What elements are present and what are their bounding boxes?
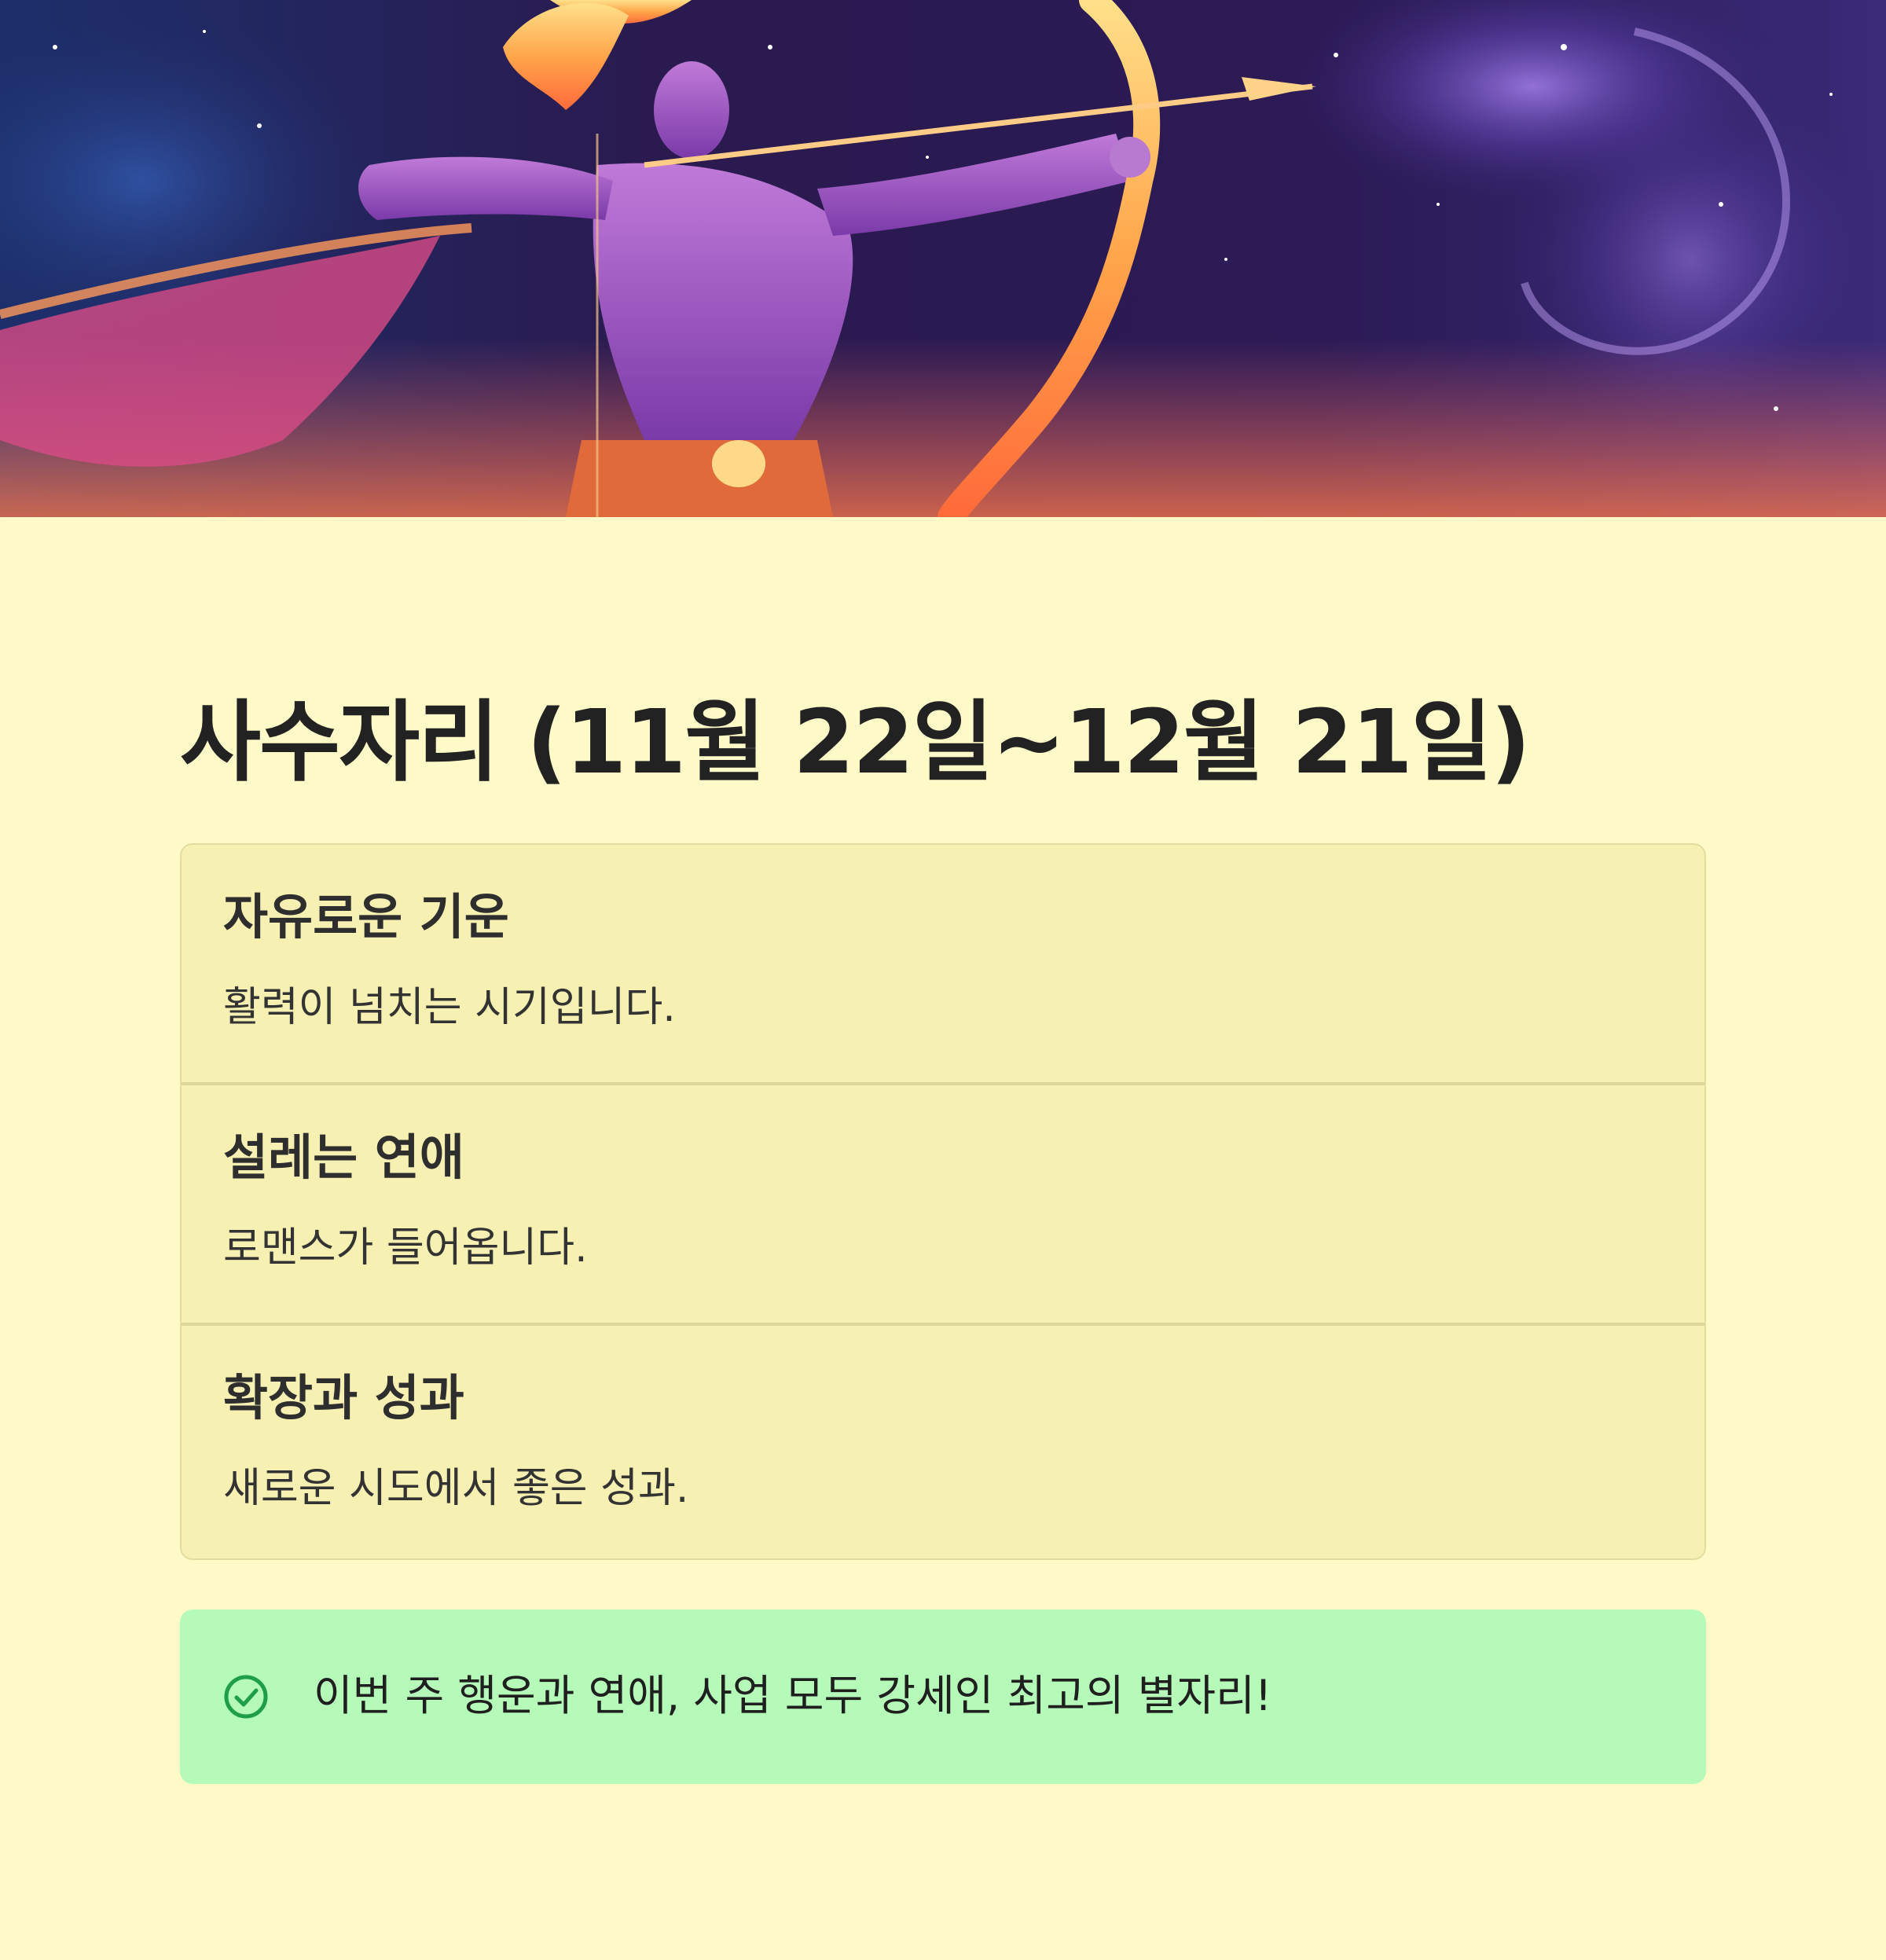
sagittarius-archer-illustration xyxy=(0,0,1886,517)
card-section-growth: 확장과 성과 새로운 시도에서 좋은 성과. xyxy=(182,1326,1704,1558)
section-text: 활력이 넘치는 시기입니다. xyxy=(223,984,676,1031)
card-section-romance: 설레는 연애 로맨스가 들어옵니다. xyxy=(182,1085,1704,1323)
section-title: 확장과 성과 xyxy=(223,1369,464,1426)
success-callout: 이번 주 행운과 연애, 사업 모두 강세인 최고의 별자리! xyxy=(180,1609,1706,1784)
horoscope-card: 자유로운 기운 활력이 넘치는 시기입니다. 설레는 연애 로맨스가 들어옵니다… xyxy=(180,843,1706,1560)
page-title: 사수자리 (11월 22일~12월 21일) xyxy=(180,692,1531,794)
callout-text: 이번 주 행운과 연애, 사업 모두 강세인 최고의 별자리! xyxy=(314,1671,1272,1720)
check-circle-icon xyxy=(224,1675,268,1719)
section-text: 새로운 시도에서 좋은 성과. xyxy=(223,1465,689,1512)
card-section-freedom: 자유로운 기운 활력이 넘치는 시기입니다. xyxy=(182,845,1704,1082)
hero-banner-image xyxy=(0,0,1886,517)
section-title: 설레는 연애 xyxy=(223,1129,464,1186)
section-title: 자유로운 기운 xyxy=(223,888,509,945)
section-text: 로맨스가 들어옵니다. xyxy=(223,1224,588,1272)
